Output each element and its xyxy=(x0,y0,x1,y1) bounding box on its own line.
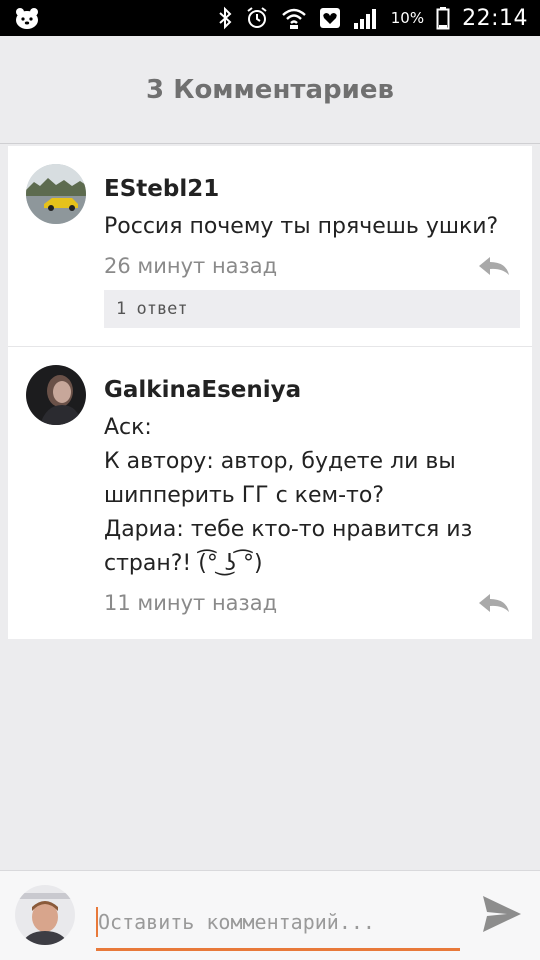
comment-input-wrapper xyxy=(96,899,460,951)
avatar[interactable] xyxy=(26,365,86,425)
header: 3 Комментариев xyxy=(0,36,540,144)
comment-text-line: Аск: xyxy=(104,415,152,440)
comment-text-line: шипперить ГГ с кем-то? xyxy=(104,483,384,508)
battery-icon xyxy=(436,6,450,30)
wifi-icon xyxy=(281,6,307,30)
comment-item: EStebl21 Россия почему ты прячешь ушки? … xyxy=(8,146,532,347)
alarm-icon xyxy=(245,6,269,30)
comment-time: 26 минут назад xyxy=(104,254,278,278)
comments-list: EStebl21 Россия почему ты прячешь ушки? … xyxy=(8,146,532,639)
comment-composer xyxy=(0,870,540,960)
app-notification-icon xyxy=(14,6,40,30)
heart-app-icon xyxy=(319,6,341,30)
avatar xyxy=(15,885,75,945)
comment-text: Россия почему ты прячешь ушки? xyxy=(104,210,520,244)
text-caret xyxy=(96,907,98,937)
comment-item: GalkinaEseniya Аск: К автору: автор, буд… xyxy=(8,347,532,639)
send-icon xyxy=(483,896,521,932)
comment-text-line: К автору: автор, будете ли вы xyxy=(104,449,456,474)
signal-icon xyxy=(353,6,379,30)
status-time: 22:14 xyxy=(462,5,528,31)
battery-percent: 10% xyxy=(390,9,425,27)
comment-author[interactable]: EStebl21 xyxy=(104,174,520,204)
comment-text-line: стран?! (͡° ͜ʖ ͡°) xyxy=(104,551,263,576)
comment-text: Аск: К автору: автор, будете ли вы шиппе… xyxy=(104,411,520,581)
page-title: 3 Комментариев xyxy=(146,74,394,105)
comment-author[interactable]: GalkinaEseniya xyxy=(104,375,520,405)
reply-icon[interactable] xyxy=(476,254,512,278)
comment-text-line: Россия почему ты прячешь ушки? xyxy=(104,214,499,239)
bluetooth-icon xyxy=(217,6,233,30)
comment-input[interactable] xyxy=(96,899,460,945)
comment-meta: 11 минут назад xyxy=(104,585,520,621)
avatar[interactable] xyxy=(26,164,86,224)
send-button[interactable] xyxy=(480,892,524,936)
reply-icon[interactable] xyxy=(476,591,512,615)
view-replies-button[interactable]: 1 ответ xyxy=(104,290,520,328)
status-bar: 10% 22:14 xyxy=(0,0,540,36)
comment-meta: 26 минут назад xyxy=(104,248,520,284)
comment-time: 11 минут назад xyxy=(104,591,278,615)
comment-text-line: Дариа: тебе кто-то нравится из xyxy=(104,517,473,542)
